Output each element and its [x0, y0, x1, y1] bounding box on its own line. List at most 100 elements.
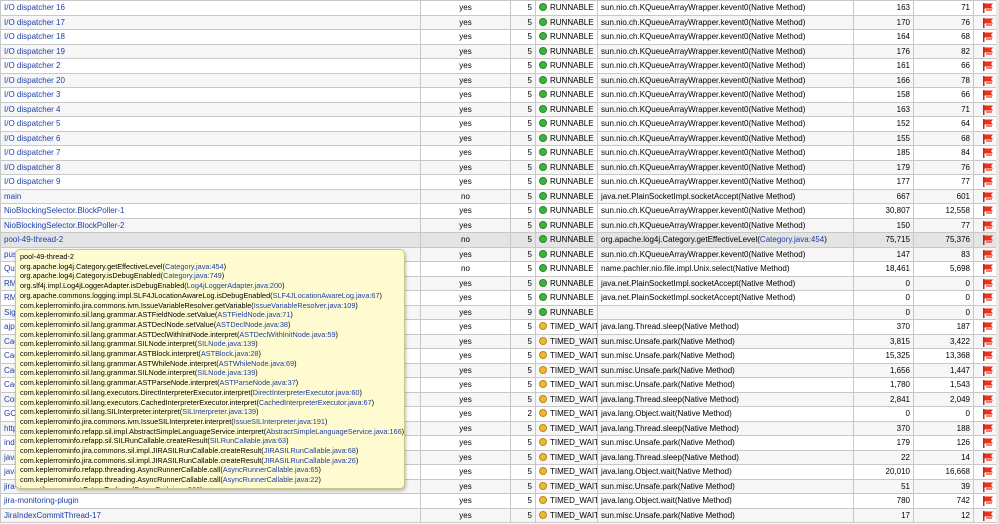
flag-icon[interactable]	[982, 307, 994, 318]
flag-icon[interactable]	[982, 423, 994, 434]
cpu-time-cell: 179	[853, 159, 914, 175]
cpu-time-cell: 18,461	[853, 261, 914, 277]
method-cell: java.net.PlainSocketImpl.socketAccept(Na…	[597, 290, 854, 306]
user-time-cell: 76	[913, 159, 974, 175]
thread-name-link[interactable]: I/O dispatcher 19	[4, 47, 65, 56]
flag-icon[interactable]	[982, 32, 994, 43]
stack-frame-source-link[interactable]: IssueVariableResolver.java:109	[254, 301, 356, 310]
flag-icon[interactable]	[982, 133, 994, 144]
stack-frame-source-link[interactable]: AbstractSimpleLanguageService.java:166	[266, 427, 401, 436]
flag-icon[interactable]	[982, 351, 994, 362]
flag-icon[interactable]	[982, 380, 994, 391]
flag-icon[interactable]	[982, 206, 994, 217]
stack-frame-source-link[interactable]: Category.java:454	[165, 262, 224, 271]
stack-frame-source-link[interactable]: ASTDeclWithInitNode.java:59	[239, 330, 335, 339]
thread-name-link[interactable]: NioBlockingSelector.BlockPoller-1	[4, 206, 125, 215]
flag-icon[interactable]	[982, 278, 994, 289]
flag-icon[interactable]	[982, 46, 994, 57]
stack-frame-source-link[interactable]: ASTParseNode.java:37	[220, 378, 296, 387]
flag-icon[interactable]	[982, 3, 994, 14]
flag-icon[interactable]	[982, 75, 994, 86]
flag-icon[interactable]	[982, 409, 994, 420]
thread-name-link[interactable]: I/O dispatcher 8	[4, 163, 60, 172]
stack-frame-source-link[interactable]: CachedInterpreterExecutor.java:67	[259, 398, 372, 407]
flag-icon[interactable]	[982, 119, 994, 130]
state-cell: RUNNABLE	[535, 203, 598, 219]
flag-icon[interactable]	[982, 394, 994, 405]
stack-frame-source-link[interactable]: FutureTask.java:266	[134, 485, 200, 488]
thread-name-link[interactable]: I/O dispatcher 18	[4, 32, 65, 41]
thread-name-link[interactable]: jira-monitoring-plugin	[4, 496, 79, 505]
stack-frame-source-link[interactable]: SILNode.java:139	[197, 368, 255, 377]
flag-icon[interactable]	[982, 17, 994, 28]
thread-name-link[interactable]: I/O dispatcher 17	[4, 18, 65, 27]
stack-frame-source-link[interactable]: DirectInterpreterExecutor.java:60	[253, 388, 360, 397]
flag-icon[interactable]	[982, 162, 994, 173]
flag-icon[interactable]	[982, 90, 994, 101]
flag-icon[interactable]	[982, 249, 994, 260]
stack-frame-source-link[interactable]: SILRunCallable.java:63	[210, 436, 286, 445]
state-status-icon	[539, 32, 547, 41]
thread-name-link[interactable]: I/O dispatcher 3	[4, 90, 60, 99]
state-label: RUNNABLE	[550, 148, 594, 158]
thread-name-link[interactable]: I/O dispatcher 16	[4, 3, 65, 12]
thread-name-link[interactable]: I/O dispatcher 7	[4, 148, 60, 157]
flag-icon[interactable]	[982, 61, 994, 72]
flag-icon[interactable]	[982, 293, 994, 304]
cpu-time-cell: 75,715	[853, 232, 914, 248]
method-text: sun.nio.ch.KQueueArrayWrapper.kevent0(Na…	[601, 119, 806, 129]
flag-icon[interactable]	[982, 104, 994, 115]
stack-frame-source-link[interactable]: IssueSILInterpreter.java:191	[234, 417, 325, 426]
flag-icon[interactable]	[982, 191, 994, 202]
thread-name-link[interactable]: I/O dispatcher 9	[4, 177, 60, 186]
stack-frame-source-link[interactable]: AsyncRunnerCallable.java:22	[223, 475, 319, 484]
thread-name-link[interactable]: I/O dispatcher 6	[4, 134, 60, 143]
user-time-cell: 0	[913, 304, 974, 320]
stack-frame-source-link[interactable]: SILNode.java:139	[197, 339, 255, 348]
method-source-link[interactable]: Category.java:454	[760, 235, 824, 244]
thread-name-link[interactable]: NioBlockingSelector.BlockPoller-2	[4, 221, 125, 230]
flag-icon[interactable]	[982, 452, 994, 463]
flag-icon[interactable]	[982, 467, 994, 478]
flag-icon[interactable]	[982, 264, 994, 275]
stack-frame-source-link[interactable]: ASTDeclNode.java:38	[216, 320, 288, 329]
state-cell: TIMED_WAITING	[535, 406, 598, 422]
method-cell: sun.nio.ch.KQueueArrayWrapper.kevent0(Na…	[597, 0, 854, 16]
stack-frame-source-link[interactable]: ASTFieldNode.java:71	[217, 310, 290, 319]
state-status-icon	[539, 481, 547, 490]
state-label: TIMED_WAITING	[550, 394, 597, 404]
flag-icon[interactable]	[982, 322, 994, 333]
cpu-time-cell: 166	[853, 72, 914, 88]
daemon-cell: yes	[420, 246, 511, 262]
method-text: java.lang.Object.wait(Native Method)	[601, 467, 732, 477]
stack-frame-source-link[interactable]: SLF4JLocationAwareLog.java:67	[273, 291, 380, 300]
flag-icon[interactable]	[982, 336, 994, 347]
thread-name-link[interactable]: I/O dispatcher 20	[4, 76, 65, 85]
flag-icon[interactable]	[982, 177, 994, 188]
flag-icon[interactable]	[982, 220, 994, 231]
thread-name-link[interactable]: I/O dispatcher 5	[4, 119, 60, 128]
stack-frame-source-link[interactable]: AsyncRunnerCallable.java:65	[223, 465, 319, 474]
flag-icon[interactable]	[982, 481, 994, 492]
stack-frame: org.apache.log4j.Category.getEffectiveLe…	[20, 261, 227, 271]
flag-icon[interactable]	[982, 148, 994, 159]
flag-icon[interactable]	[982, 365, 994, 376]
daemon-cell: yes	[420, 145, 511, 161]
stack-frame-source-link[interactable]: ASTWhileNode.java:69	[219, 359, 294, 368]
stack-frame-source-link[interactable]: Log4jLoggerAdapter.java:200	[187, 281, 282, 290]
thread-name-link[interactable]: JiraIndexCommitThread-17	[4, 511, 101, 520]
thread-name-link[interactable]: main	[4, 192, 21, 201]
thread-name-link[interactable]: I/O dispatcher 4	[4, 105, 60, 114]
flag-icon[interactable]	[982, 496, 994, 507]
thread-name-link[interactable]: I/O dispatcher 2	[4, 61, 60, 70]
stack-frame-source-link[interactable]: JIRASILRunCallable.java:68	[264, 446, 356, 455]
stack-frame-source-link[interactable]: JIRASILRunCallable.java:26	[264, 456, 356, 465]
flag-icon[interactable]	[982, 438, 994, 449]
flag-icon[interactable]	[982, 235, 994, 246]
state-status-icon	[539, 307, 547, 316]
thread-name-link[interactable]: pool-49-thread-2	[4, 235, 63, 244]
stack-frame-source-link[interactable]: Category.java:749	[163, 271, 222, 280]
stack-frame-source-link[interactable]: SILInterpreter.java:139	[182, 407, 256, 416]
flag-icon[interactable]	[982, 510, 994, 521]
stack-frame-source-link[interactable]: ASTBlock.java:28	[201, 349, 259, 358]
